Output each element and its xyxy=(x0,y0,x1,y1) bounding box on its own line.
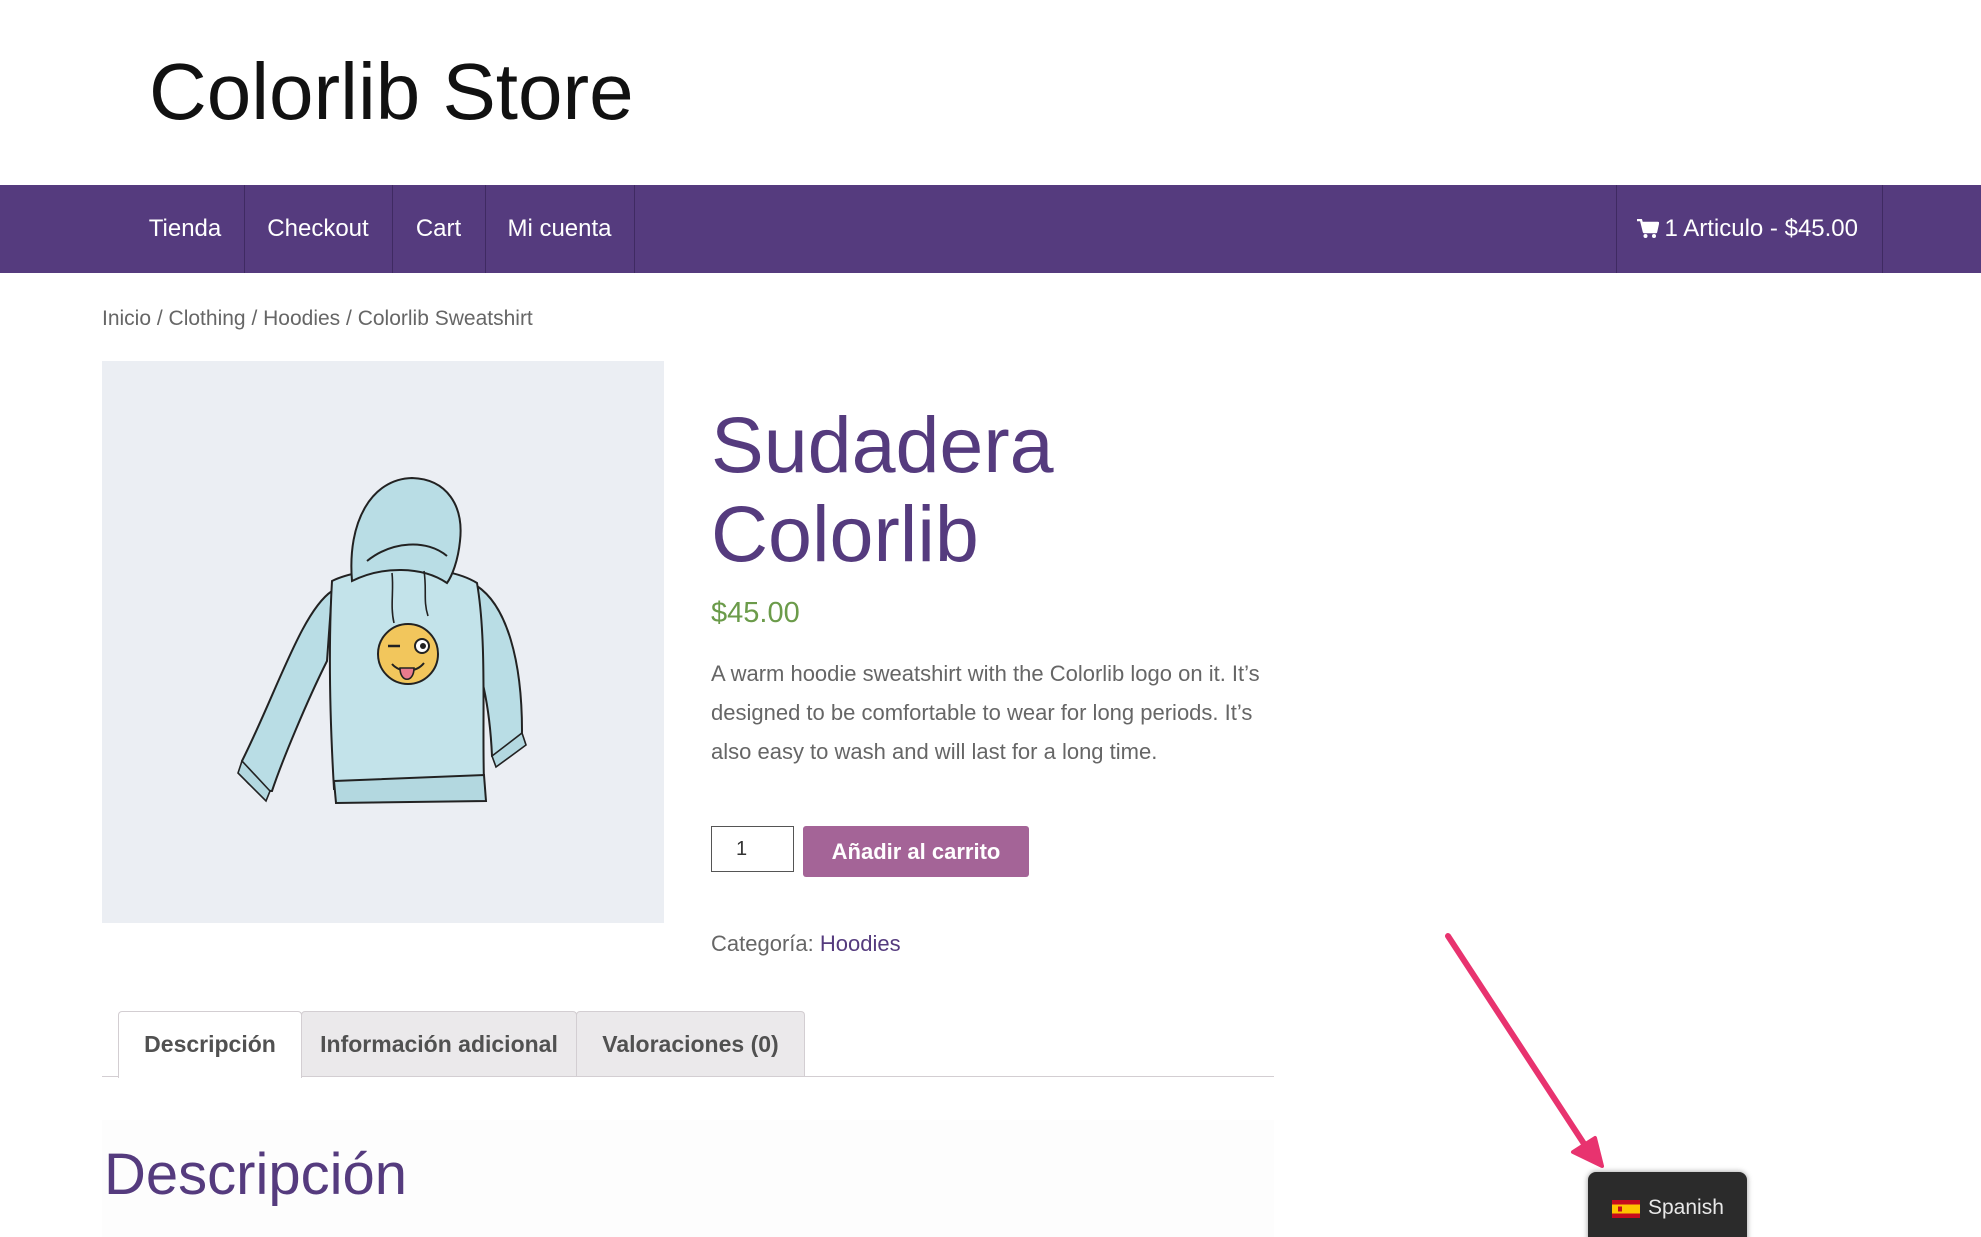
language-label: Spanish xyxy=(1648,1196,1724,1219)
breadcrumb-clothing[interactable]: Clothing xyxy=(169,307,246,330)
breadcrumb-inicio[interactable]: Inicio xyxy=(102,307,151,330)
main-navigation: Tienda Checkout Cart Mi cuenta 1 Articul… xyxy=(0,185,1981,273)
product-short-description: A warm hoodie sweatshirt with the Colorl… xyxy=(711,661,1260,764)
language-switcher[interactable]: Spanish xyxy=(1588,1172,1747,1237)
tab-descripcion[interactable]: Descripción xyxy=(118,1011,302,1078)
breadcrumb-current: Colorlib Sweatshirt xyxy=(357,307,533,330)
nav-item-checkout[interactable]: Checkout xyxy=(244,185,393,273)
cart-summary-link[interactable]: 1 Articulo - $45.00 xyxy=(1615,185,1883,273)
nav-item-mi-cuenta[interactable]: Mi cuenta xyxy=(485,185,635,273)
nav-item-cart[interactable]: Cart xyxy=(392,185,486,273)
product-title: Sudadera Colorlib xyxy=(711,400,1311,578)
tab-valoraciones[interactable]: Valoraciones (0) xyxy=(576,1011,805,1076)
breadcrumb: Inicio / Clothing / Hoodies / Colorlib S… xyxy=(102,307,533,331)
annotation-arrow-icon xyxy=(1445,933,1604,1168)
tab-informacion-adicional[interactable]: Información adicional xyxy=(301,1011,577,1076)
quantity-input[interactable] xyxy=(711,826,794,872)
breadcrumb-separator: / xyxy=(340,307,358,330)
spain-flag-icon xyxy=(1612,1200,1640,1218)
product-image[interactable] xyxy=(102,361,664,923)
product-price: $45.00 xyxy=(711,597,800,629)
description-heading: Descripción xyxy=(104,1142,407,1207)
add-to-cart-button[interactable]: Añadir al carrito xyxy=(803,826,1029,877)
breadcrumb-separator: / xyxy=(245,307,264,330)
category-label: Categoría: xyxy=(711,931,814,956)
breadcrumb-separator: / xyxy=(151,307,169,330)
cart-summary-text: 1 Articulo - $45.00 xyxy=(1664,215,1858,242)
product-title-line1: Sudadera xyxy=(711,400,1054,489)
product-title-line2: Colorlib xyxy=(711,489,979,578)
product-category: Categoría: Hoodies xyxy=(711,931,901,957)
category-link-hoodies[interactable]: Hoodies xyxy=(820,931,901,956)
cart-icon xyxy=(1636,218,1659,238)
nav-item-tienda[interactable]: Tienda xyxy=(126,185,245,273)
breadcrumb-hoodies[interactable]: Hoodies xyxy=(263,307,340,330)
site-title[interactable]: Colorlib Store xyxy=(149,52,634,132)
hoodie-illustration xyxy=(237,476,527,805)
